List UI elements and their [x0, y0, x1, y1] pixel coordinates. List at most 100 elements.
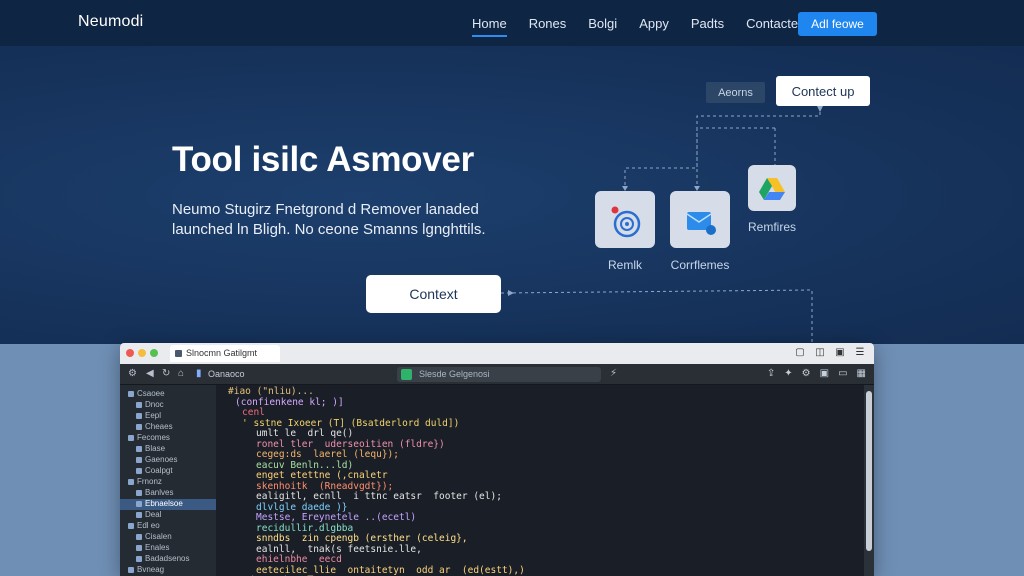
sidebar-item[interactable]: Dnoc [120, 400, 216, 411]
hero-title: Tool isilc Asmover [172, 140, 474, 179]
file-icon [128, 434, 134, 441]
file-icon [136, 500, 142, 507]
toolbar-right-icons: ⇪ ✦ ⚙ ▣ ▭ ▦ [767, 368, 866, 379]
nav-link-bolgi[interactable]: Bolgi [588, 16, 617, 31]
reload-icon[interactable]: ↻ [162, 368, 170, 379]
url-bar[interactable]: Slesde Gelgenosi [397, 367, 601, 382]
code-line: cegeg:ds laerel (lequ}); [256, 449, 399, 460]
file-icon [136, 445, 142, 452]
sidebar-item[interactable]: Frnonz [120, 477, 216, 488]
sidebar-item-label: Dnoc [145, 400, 164, 409]
code-line: recidullir.dlgbba [256, 522, 354, 534]
contect-up-button[interactable]: Contect up [776, 76, 870, 106]
sidebar-item[interactable]: Csaoee [120, 389, 216, 400]
sidebar-item[interactable]: Coalpgt [120, 466, 216, 477]
folder-icon [686, 211, 716, 235]
corrflemes-node[interactable] [670, 191, 730, 248]
titlebar-icons: ▢ ◫ ▣ ☰ [794, 347, 866, 358]
tab-title: Slnocmn Gatilgmt [186, 348, 258, 358]
sidebar-item[interactable]: Deal [120, 510, 216, 521]
sidebar-item-label: Gaenoes [145, 455, 178, 464]
extension-icon[interactable]: ⚡ [610, 368, 617, 379]
code-line: ' sstne Ixoeer (T] (Bsatderlord duld]) [242, 417, 460, 429]
minimize-dot-icon[interactable] [138, 349, 146, 357]
tile-icon[interactable]: ▣ [834, 347, 846, 358]
sidebar-item-label: Fecomes [137, 433, 170, 442]
code-line: eacuv Benln...ld) [256, 459, 354, 471]
code-line: umlt le drl qe() [256, 428, 354, 439]
split-icon[interactable]: ◫ [814, 347, 826, 358]
more-icon[interactable]: ▦ [857, 368, 866, 379]
top-nav: Neumodi Home Rones Bolgi Appy Padts Cont… [0, 0, 1024, 46]
file-icon [128, 478, 134, 485]
sidebar-item-label: Enales [145, 543, 170, 552]
sidebar-item[interactable]: Enales [120, 543, 216, 554]
file-icon [128, 522, 134, 529]
star-icon[interactable]: ✦ [784, 368, 792, 379]
sidebar-item[interactable]: Cisalen [120, 532, 216, 543]
sidebar-item-label: Cisalen [145, 532, 172, 541]
sidebar-item[interactable]: Banlves [120, 488, 216, 499]
bookmark-icon[interactable]: ▮ [196, 368, 202, 379]
sidebar-item[interactable]: Cheaes [120, 422, 216, 433]
settings-icon[interactable]: ⚙ [128, 368, 137, 379]
sidebar-item-label: Coalpgt [145, 466, 173, 475]
hero-section [0, 46, 1024, 344]
code-line: eetecilec_llie ontaitetyn odd ar (ed(est… [256, 564, 525, 576]
code-editor[interactable]: #iao ("nliu)... (confienkene kl; )] cenl ' … [216, 385, 864, 576]
sidebar-item[interactable]: Bvneag [120, 565, 216, 576]
editor-scrollbar[interactable] [864, 385, 874, 576]
share-icon[interactable]: ⇪ [767, 368, 775, 379]
nav-cta-button[interactable]: Adl feowe [798, 12, 877, 36]
corrflemes-label: Corrflemes [670, 258, 730, 272]
window-titlebar: Slnocmn Gatilgmt ▢ ◫ ▣ ☰ [120, 343, 874, 364]
maximize-dot-icon[interactable] [150, 349, 158, 357]
sidebar-item-label: Blase [145, 444, 166, 453]
menu-icon[interactable]: ☰ [854, 347, 866, 358]
sidebar-item-label: Deal [145, 510, 162, 519]
sidebar-item[interactable]: Gaenoes [120, 455, 216, 466]
context-button[interactable]: Context [366, 275, 501, 313]
sidebar-item[interactable]: Blase [120, 444, 216, 455]
layout-icon[interactable]: ▣ [820, 368, 829, 379]
sidebar-item[interactable]: Edl eo [120, 521, 216, 532]
code-line: ealigitl, ecnll i ttnc eatsr footer (el)… [256, 491, 502, 502]
file-icon [136, 412, 142, 419]
file-icon [136, 489, 142, 496]
remlk-node[interactable] [595, 191, 655, 248]
brand-logo[interactable]: Neumodi [78, 13, 143, 31]
nav-link-padts[interactable]: Padts [691, 16, 724, 31]
home-icon[interactable]: ⌂ [178, 368, 184, 379]
code-line: cenl [242, 407, 265, 418]
nav-link-rones[interactable]: Rones [529, 16, 567, 31]
code-line: ehielnbhe eecd [256, 554, 342, 565]
aeorns-tag[interactable]: Aeorns [706, 82, 765, 103]
target-icon [611, 206, 641, 237]
file-sidebar: Csaoee Dnoc Eepl Cheaes Fecomes Blase Gaenoes C… [120, 385, 216, 576]
sidebar-item-label: Edl eo [137, 521, 160, 530]
nav-link-contactes[interactable]: Contactes [746, 16, 805, 31]
sidebar-item[interactable]: Eepl [120, 411, 216, 422]
sidebar-item[interactable]: Fecomes [120, 433, 216, 444]
panel-icon[interactable]: ▭ [838, 368, 847, 379]
gear-icon[interactable]: ⚙ [802, 368, 811, 379]
file-icon [136, 423, 142, 430]
sidebar-item[interactable]: Badadsenos [120, 554, 216, 565]
sidebar-item[interactable]: Ebnaelsoe [120, 499, 216, 510]
code-line: (confienkene kl; )] [235, 396, 344, 408]
scrollbar-thumb[interactable] [866, 391, 872, 551]
hero-subtitle: Neumo Stugirz Fnetgrond d Remover lanade… [172, 201, 486, 238]
remlk-label: Remlk [607, 258, 642, 272]
nav-link-appy[interactable]: Appy [639, 16, 669, 31]
sidebar-item-label: Eepl [145, 411, 162, 420]
window-icon[interactable]: ▢ [794, 347, 806, 358]
remfires-node[interactable] [748, 165, 796, 211]
url-text: Slesde Gelgenosi [419, 369, 490, 379]
nav-link-home[interactable]: Home [472, 16, 507, 37]
file-icon [136, 511, 142, 518]
code-line: skenhoitk (Rneadvgdt}); [256, 480, 394, 492]
browser-tab[interactable]: Slnocmn Gatilgmt [170, 345, 280, 362]
sidebar-item-label: Badadsenos [145, 554, 190, 563]
back-icon[interactable]: ◀ [146, 368, 154, 379]
close-dot-icon[interactable] [126, 349, 134, 357]
